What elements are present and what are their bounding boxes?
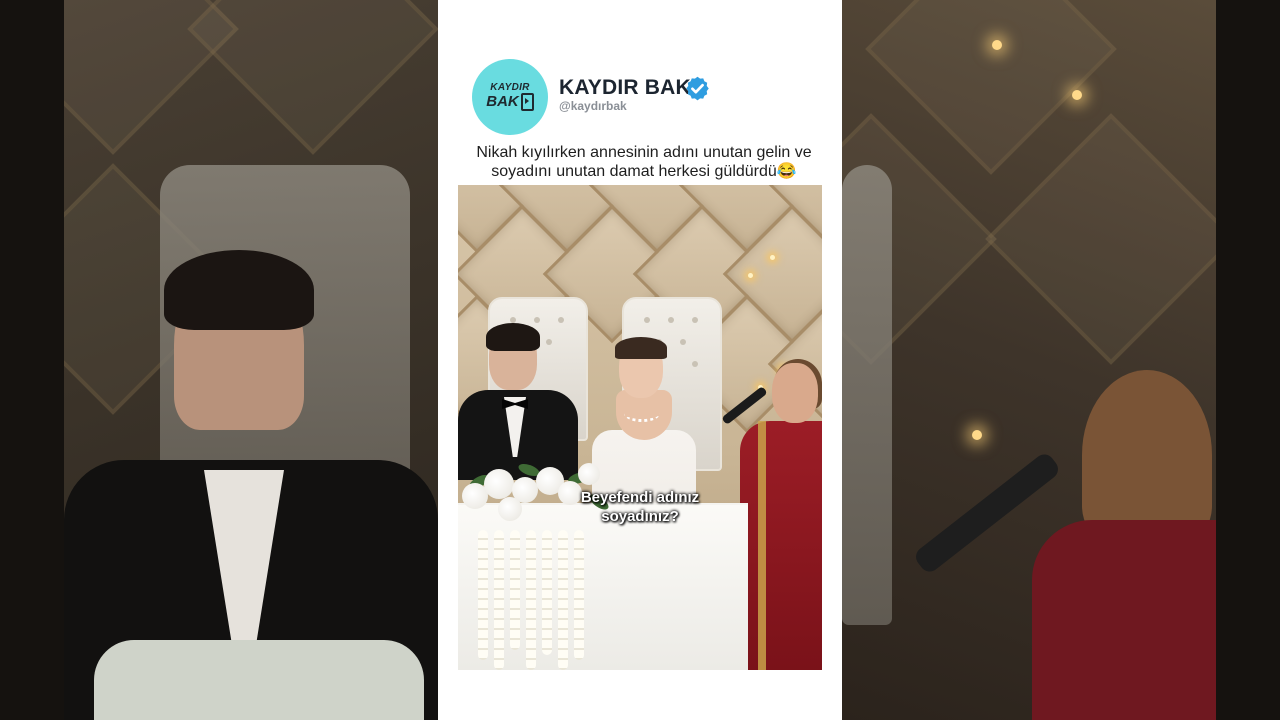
post-caption: Nikah kıyılırken annesinin adını unutan …: [476, 144, 812, 180]
avatar-logo-line1: KAYDIR: [490, 82, 530, 93]
post-card: KAYDIR BAK KAYDIR BAK @kaydırbak Nikah k…: [438, 0, 842, 720]
officiant-figure: [740, 421, 822, 670]
channel-avatar[interactable]: KAYDIR BAK: [472, 59, 548, 135]
video-frame[interactable]: Beyefendi adınız soyadınız?: [458, 185, 822, 670]
video-subtitle: Beyefendi adınız soyadınız?: [458, 488, 822, 526]
avatar-logo-text: BAK: [486, 93, 519, 110]
channel-handle[interactable]: @kaydırbak: [559, 99, 627, 113]
channel-name[interactable]: KAYDIR BAK: [559, 76, 691, 100]
phone-play-icon: [520, 93, 534, 111]
verified-badge-icon: [686, 76, 709, 101]
subtitle-line-1: Beyefendi adınız: [580, 489, 700, 506]
background-left-panel: [64, 0, 438, 720]
subtitle-line-2: soyadınız?: [601, 508, 679, 525]
avatar-logo-line2: BAK: [486, 93, 534, 111]
background-right-panel: [842, 0, 1216, 720]
